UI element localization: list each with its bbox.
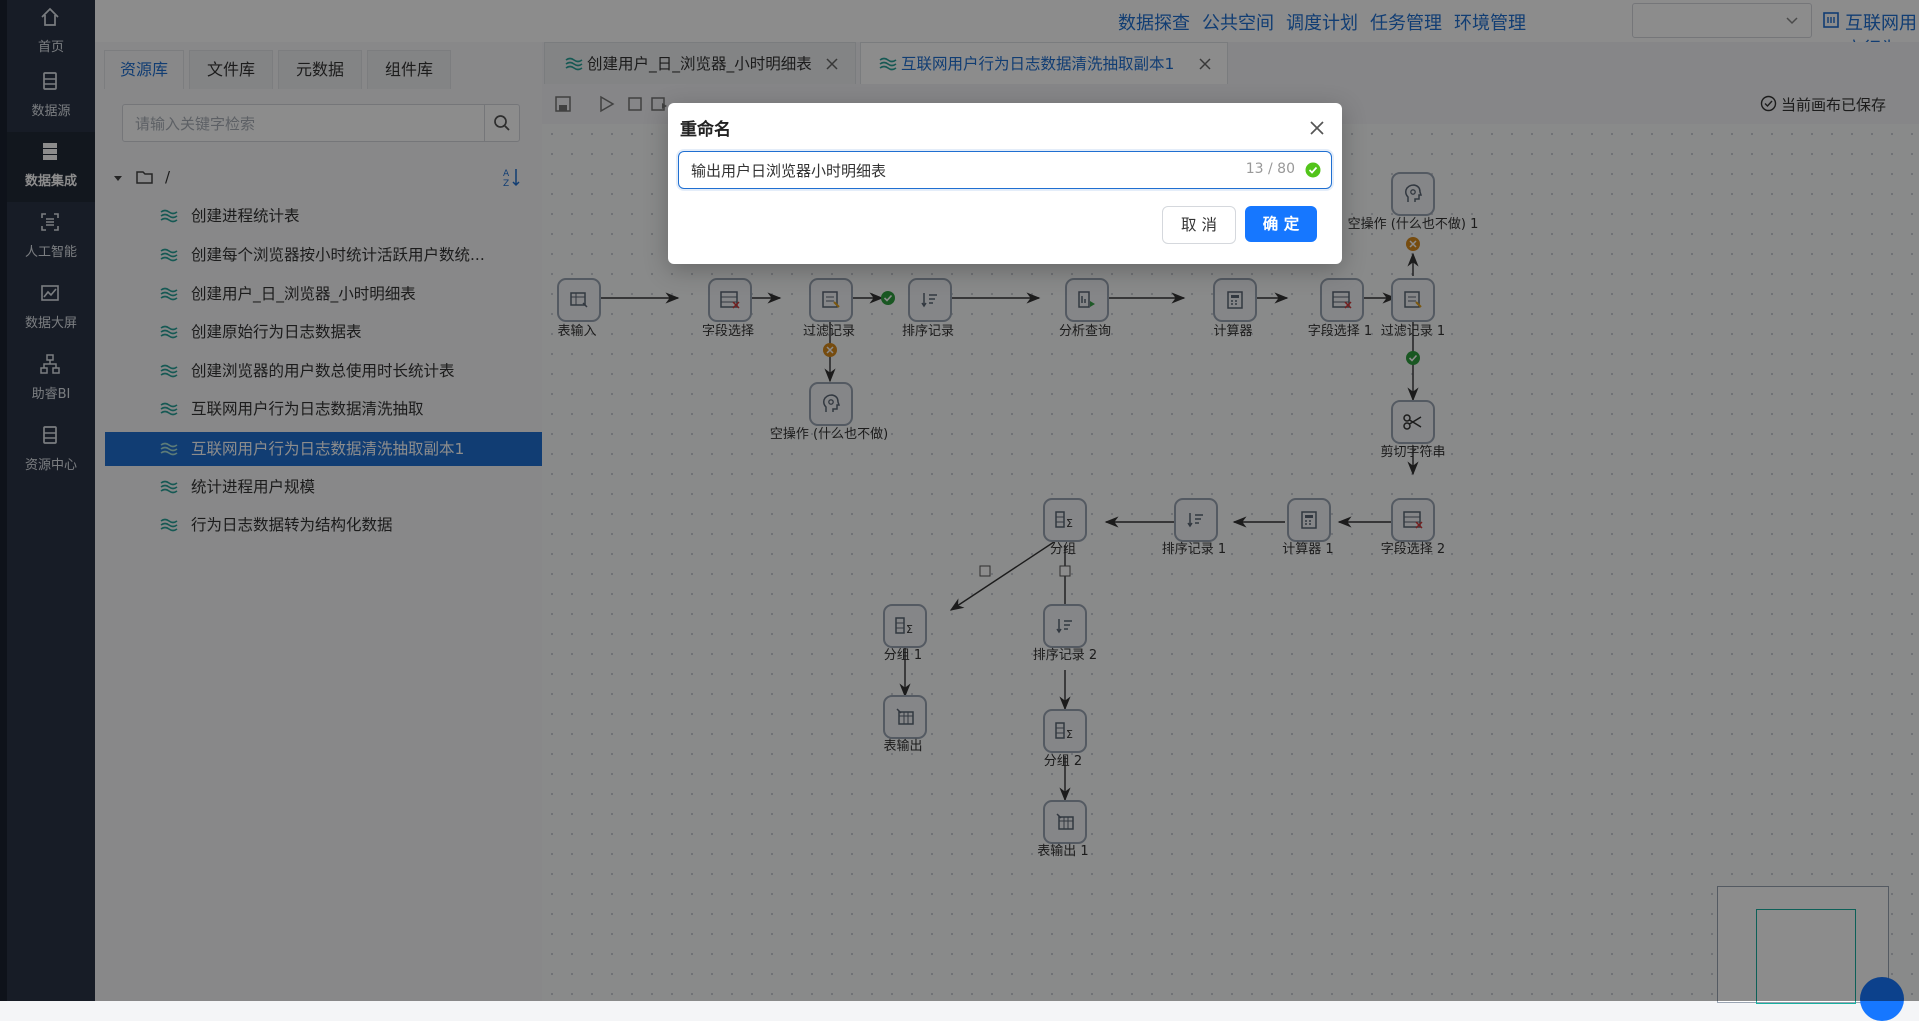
- close-icon: [1310, 121, 1324, 135]
- cancel-button[interactable]: 取 消: [1162, 206, 1236, 244]
- char-count: 13 / 80: [1245, 161, 1295, 177]
- confirm-button[interactable]: 确 定: [1245, 206, 1317, 242]
- check-circle-icon: [1305, 162, 1321, 178]
- dialog-title: 重命名: [680, 120, 731, 140]
- rename-dialog: 重命名 输出用户日浏览器小时明细表 13 / 80 取 消 确 定: [668, 103, 1342, 264]
- dialog-close-button[interactable]: [1306, 117, 1328, 139]
- rename-input[interactable]: 输出用户日浏览器小时明细表 13 / 80: [678, 151, 1332, 189]
- rename-input-value: 输出用户日浏览器小时明细表: [691, 162, 887, 180]
